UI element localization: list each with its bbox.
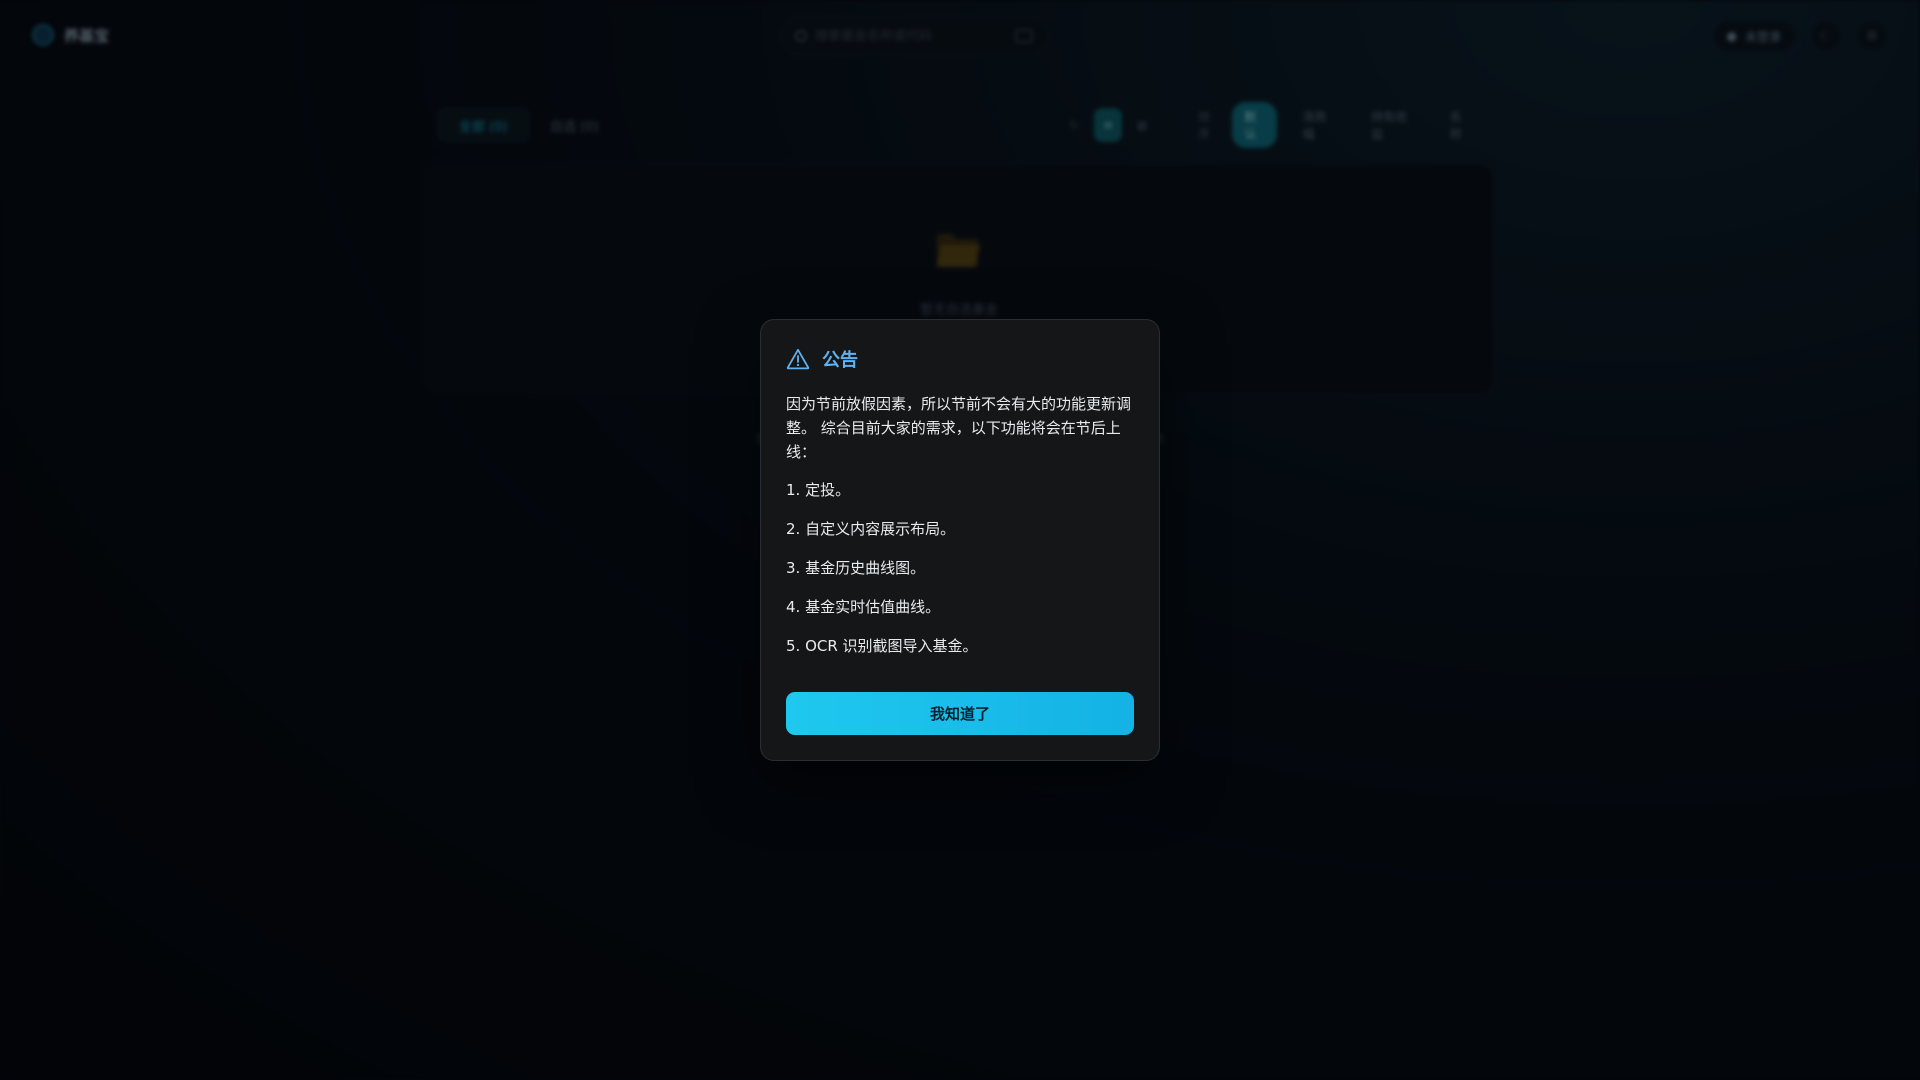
warning-triangle-icon	[786, 348, 810, 370]
announcement-dialog: 公告 因为节前放假因素，所以节前不会有大的功能更新调整。 综合目前大家的需求，以…	[760, 319, 1160, 761]
dialog-body: 因为节前放假因素，所以节前不会有大的功能更新调整。 综合目前大家的需求，以下功能…	[786, 392, 1134, 658]
list-item: 1. 定投。	[786, 481, 851, 499]
dialog-intro: 因为节前放假因素，所以节前不会有大的功能更新调整。 综合目前大家的需求，以下功能…	[786, 395, 1132, 461]
list-item: 3. 基金历史曲线图。	[786, 559, 926, 577]
acknowledge-button[interactable]: 我知道了	[786, 692, 1134, 735]
list-item: 5. OCR 识别截图导入基金。	[786, 637, 978, 655]
dialog-header: 公告	[786, 346, 1134, 372]
feature-list: 1. 定投。 2. 自定义内容展示布局。 3. 基金历史曲线图。 4. 基金实时…	[786, 478, 1134, 658]
dialog-title: 公告	[822, 350, 858, 371]
list-item: 2. 自定义内容展示布局。	[786, 520, 956, 538]
list-item: 4. 基金实时估值曲线。	[786, 598, 941, 616]
